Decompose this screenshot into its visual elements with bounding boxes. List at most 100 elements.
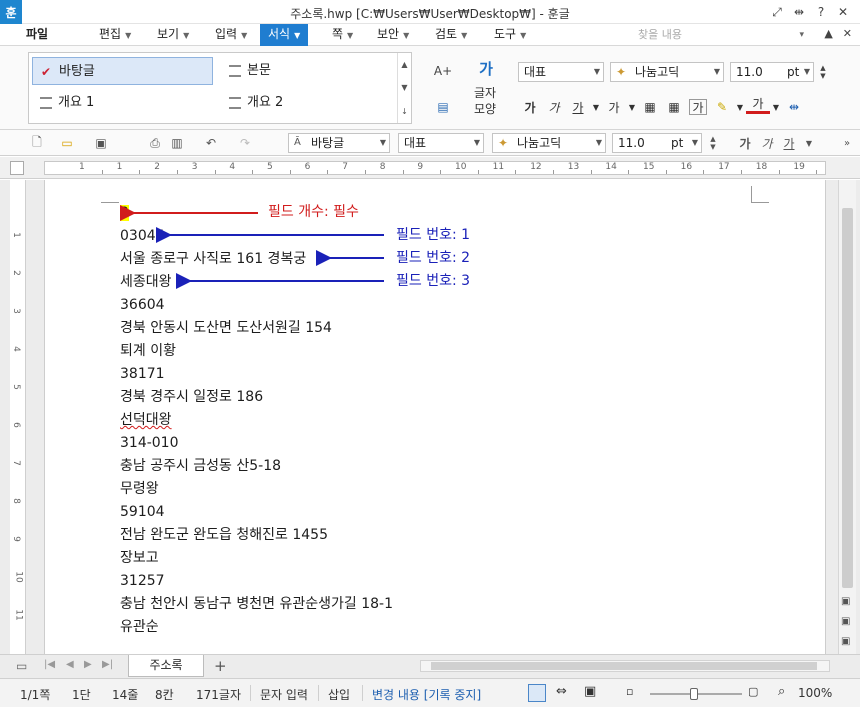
next-tab-icon[interactable]: ▶ bbox=[84, 659, 92, 670]
toolbar-bold-icon[interactable]: 가 bbox=[736, 134, 754, 152]
tab-address-book[interactable]: 주소록 bbox=[128, 655, 204, 677]
menu-insert[interactable]: 입력 ▼ bbox=[215, 24, 247, 46]
doc-line[interactable]: 무령왕 bbox=[120, 480, 159, 498]
menu-review[interactable]: 검토 ▼ bbox=[435, 24, 467, 46]
scroll-down-icon[interactable]: ▼ bbox=[401, 83, 407, 92]
underline-icon[interactable]: 가 bbox=[566, 96, 590, 118]
chevron-down-icon[interactable]: ▼ bbox=[800, 134, 818, 152]
redo-icon[interactable]: ↷ bbox=[236, 134, 254, 152]
chevron-down-icon[interactable]: ▼ bbox=[734, 96, 746, 118]
close-icon[interactable]: ✕ bbox=[832, 3, 854, 21]
menu-tools[interactable]: 도구 ▼ bbox=[494, 24, 526, 46]
add-tab-icon[interactable]: + bbox=[214, 657, 227, 675]
print-icon[interactable]: ⎙ bbox=[146, 134, 164, 152]
style-edit-icon[interactable]: ▤ bbox=[430, 96, 456, 118]
menu-page[interactable]: 쪽 ▼ bbox=[332, 24, 353, 46]
zoom-out-icon[interactable]: ▫ bbox=[626, 685, 633, 698]
gallery-scrollbar[interactable]: ▲ ▼ ↓ bbox=[397, 53, 411, 123]
toolbar-para-select[interactable]: 대표 ▼ bbox=[398, 133, 484, 153]
highlight-icon[interactable]: ✎ bbox=[710, 96, 734, 118]
menu-file[interactable]: 파일 bbox=[26, 24, 48, 46]
status-input-mode[interactable]: 문자 입력 bbox=[260, 686, 308, 703]
doc-line[interactable]: 충남 천안시 동남구 병천면 유관순생가길 18-1 bbox=[120, 595, 393, 613]
scrollbar-thumb[interactable] bbox=[431, 662, 817, 670]
prev-page-icon[interactable]: ▣ bbox=[841, 596, 850, 607]
menu-edit[interactable]: 편집 ▼ bbox=[99, 24, 131, 46]
doc-line[interactable]: 36604 bbox=[120, 296, 165, 314]
zoom-slider-knob[interactable] bbox=[689, 688, 698, 700]
doc-line[interactable]: 3 bbox=[120, 204, 129, 222]
doc-line[interactable]: 전남 완도군 완도읍 청해진로 1455 bbox=[120, 526, 328, 544]
font-select[interactable]: ✦ 나눔고딕 ▼ bbox=[610, 62, 724, 82]
toolbar-underline-icon[interactable]: 가 bbox=[780, 134, 798, 152]
horizontal-ruler[interactable]: 1 1 2 3 4 5 6 7 8 9 10 11 12 13 14 15 16 17 18 19 bbox=[44, 161, 826, 175]
vertical-scrollbar[interactable]: ▣ ▣ ▣ bbox=[838, 180, 856, 654]
close-doc-icon[interactable]: ✕ bbox=[843, 27, 852, 40]
save-icon[interactable]: ▣ bbox=[92, 134, 110, 152]
style-item-body[interactable]: 본문 bbox=[221, 57, 391, 85]
view-page-icon[interactable]: ▣ bbox=[584, 684, 596, 699]
menu-view[interactable]: 보기 ▼ bbox=[157, 24, 189, 46]
italic-icon[interactable]: 가 bbox=[542, 96, 566, 118]
doc-line[interactable]: 38171 bbox=[120, 365, 165, 383]
status-track-changes[interactable]: 변경 내용 [기록 중지] bbox=[372, 686, 481, 703]
view-width-icon[interactable]: ⇔ bbox=[556, 684, 567, 699]
zoom-slider[interactable] bbox=[650, 688, 742, 700]
strikethrough-icon[interactable]: 가 bbox=[602, 96, 626, 118]
doc-line[interactable]: 서울 종로구 사직로 161 경복궁 bbox=[120, 250, 306, 268]
para-style-select[interactable]: 대표 ▼ bbox=[518, 62, 604, 82]
scroll-up-icon[interactable]: ▲ bbox=[401, 60, 407, 69]
prev-tab-icon[interactable]: ◀ bbox=[66, 659, 74, 670]
doc-line[interactable]: 경북 경주시 일정로 186 bbox=[120, 388, 263, 406]
scrollbar-thumb[interactable] bbox=[842, 208, 853, 588]
next-page-icon[interactable]: ▣ bbox=[841, 636, 850, 647]
last-tab-icon[interactable]: ▶| bbox=[102, 659, 113, 670]
doc-line[interactable]: 03045 bbox=[120, 227, 165, 245]
doc-line[interactable]: 314-010 bbox=[120, 434, 179, 452]
font-color-icon[interactable]: 가 bbox=[746, 96, 770, 114]
doc-line[interactable]: 유관순 bbox=[120, 618, 159, 636]
chevron-down-icon[interactable]: ▾ bbox=[799, 26, 804, 44]
collapse-ribbon-icon[interactable]: ▲ bbox=[824, 27, 832, 40]
doc-line[interactable]: 경북 안동시 도산면 도산서원길 154 bbox=[120, 319, 332, 337]
tab-list-icon[interactable]: ▭ bbox=[16, 659, 27, 673]
doc-line[interactable]: 퇴계 이황 bbox=[120, 342, 176, 360]
style-item-outline-2[interactable]: 개요 2 bbox=[221, 89, 391, 117]
char-border-icon[interactable]: 가 bbox=[689, 99, 707, 115]
horizontal-scrollbar[interactable] bbox=[420, 660, 830, 672]
border-icon[interactable]: ▦ bbox=[638, 96, 662, 118]
undo-icon[interactable]: ↶ bbox=[202, 134, 220, 152]
shade-icon[interactable]: ▦ bbox=[662, 96, 686, 118]
chevron-down-icon[interactable]: ▼ bbox=[770, 96, 782, 118]
first-tab-icon[interactable]: |◀ bbox=[44, 659, 55, 670]
layout-icon[interactable]: ⇹ bbox=[788, 3, 810, 21]
restore-icon[interactable]: ⤢ bbox=[766, 3, 788, 21]
style-item-batang[interactable]: ✔ 바탕글 bbox=[32, 57, 213, 85]
status-insert[interactable]: 삽입 bbox=[328, 686, 350, 703]
preview-icon[interactable]: ▥ bbox=[168, 134, 186, 152]
menu-format[interactable]: 서식 ▼ bbox=[260, 24, 309, 46]
doc-line[interactable]: 선덕대왕 bbox=[120, 411, 172, 429]
char-shape-icon[interactable]: 가 bbox=[472, 56, 500, 80]
menu-security[interactable]: 보안 ▼ bbox=[377, 24, 409, 46]
chevron-down-icon[interactable]: ▼ bbox=[590, 96, 602, 118]
select-object-icon[interactable]: ▣ bbox=[841, 616, 850, 627]
doc-line[interactable]: 충남 공주시 금성동 산5-18 bbox=[120, 457, 281, 475]
spacing-icon[interactable]: ⇹ bbox=[782, 96, 806, 118]
style-item-outline-1[interactable]: 개요 1 bbox=[32, 89, 213, 117]
char-shape-label[interactable]: 글자 bbox=[470, 86, 500, 100]
status-page[interactable]: 1/1쪽 bbox=[20, 686, 50, 703]
help-icon[interactable]: ? bbox=[810, 3, 832, 21]
expand-gallery-icon[interactable]: ↓ bbox=[401, 107, 408, 116]
doc-line[interactable]: 31257 bbox=[120, 572, 165, 590]
vertical-ruler[interactable]: 1 2 3 4 5 6 7 8 9 10 11 bbox=[10, 180, 26, 654]
bold-icon[interactable]: 가 bbox=[518, 96, 542, 118]
toolbar-size-select[interactable]: 11.0 pt ▼ bbox=[612, 133, 702, 153]
status-zoom[interactable]: 100% bbox=[798, 686, 832, 700]
magnifier-icon[interactable]: ⌕ bbox=[778, 684, 785, 699]
doc-line[interactable]: 세종대왕 bbox=[120, 273, 172, 291]
zoom-in-icon[interactable]: ▢ bbox=[748, 685, 758, 698]
chevron-down-icon[interactable]: ▼ bbox=[626, 96, 638, 118]
font-size-stepper[interactable]: ▲ ▼ bbox=[817, 62, 829, 82]
toolbar-font-select[interactable]: ✦ 나눔고딕 ▼ bbox=[492, 133, 606, 153]
